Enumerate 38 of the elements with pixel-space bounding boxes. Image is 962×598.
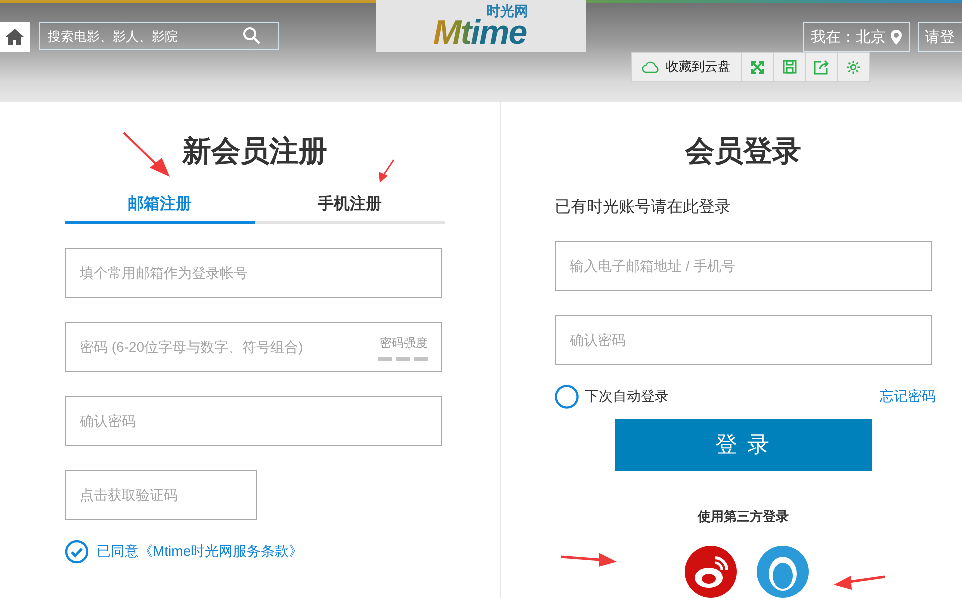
forgot-password-link[interactable]: 忘记密码: [880, 388, 936, 406]
settings-icon: [846, 60, 861, 74]
login-link[interactable]: 请登: [918, 22, 962, 52]
location-text: 我在：北京: [811, 28, 886, 46]
home-button[interactable]: [0, 22, 30, 52]
save-to-cloud-button[interactable]: 收藏到云盘: [632, 53, 742, 81]
input-field[interactable]: 确认密码: [65, 396, 442, 446]
location-selector[interactable]: 我在：北京: [803, 22, 910, 52]
register-tab[interactable]: 手机注册: [255, 194, 445, 224]
remember-me-checkbox[interactable]: [555, 385, 579, 409]
annotation-arrow: [379, 160, 395, 183]
search-field[interactable]: 搜索电影、影人、影院: [39, 22, 279, 50]
register-tab[interactable]: 邮箱注册: [65, 194, 255, 224]
login-button[interactable]: 登 录: [615, 419, 872, 471]
agreement-checkbox[interactable]: [65, 540, 89, 564]
login-subtitle: 已有时光账号请在此登录: [555, 198, 732, 217]
input-field[interactable]: 输入电子邮箱地址 / 手机号: [555, 241, 932, 291]
site-logo[interactable]: 时光网 Mtime: [376, 0, 586, 52]
terms-link[interactable]: 已同意《Mtime时光网服务条款》: [97, 543, 304, 561]
home-icon: [6, 29, 24, 45]
third-party-login-title: 使用第三方登录: [696, 508, 790, 526]
logo-subtitle: 时光网: [486, 4, 529, 18]
expand-icon: [751, 60, 764, 74]
login-title: 会员登录: [684, 135, 802, 170]
input-field[interactable]: 点击获取验证码: [65, 470, 257, 520]
input-field[interactable]: 确认密码: [555, 315, 932, 365]
share-icon: [814, 60, 829, 74]
register-title: 新会员注册: [182, 134, 328, 170]
input-field[interactable]: 填个常用邮箱作为登录帐号: [65, 248, 442, 298]
annotation-arrow: [834, 576, 886, 590]
search-icon: [243, 27, 261, 45]
password-strength-label: 密码强度: [380, 335, 428, 352]
remember-me-label: 下次自动登录: [585, 388, 669, 406]
cloud-icon: [642, 61, 660, 73]
annotation-arrow: [123, 132, 170, 177]
location-pin-icon: [891, 30, 902, 44]
annotation-arrow: [560, 553, 617, 567]
password-strength-meter: [378, 357, 428, 361]
